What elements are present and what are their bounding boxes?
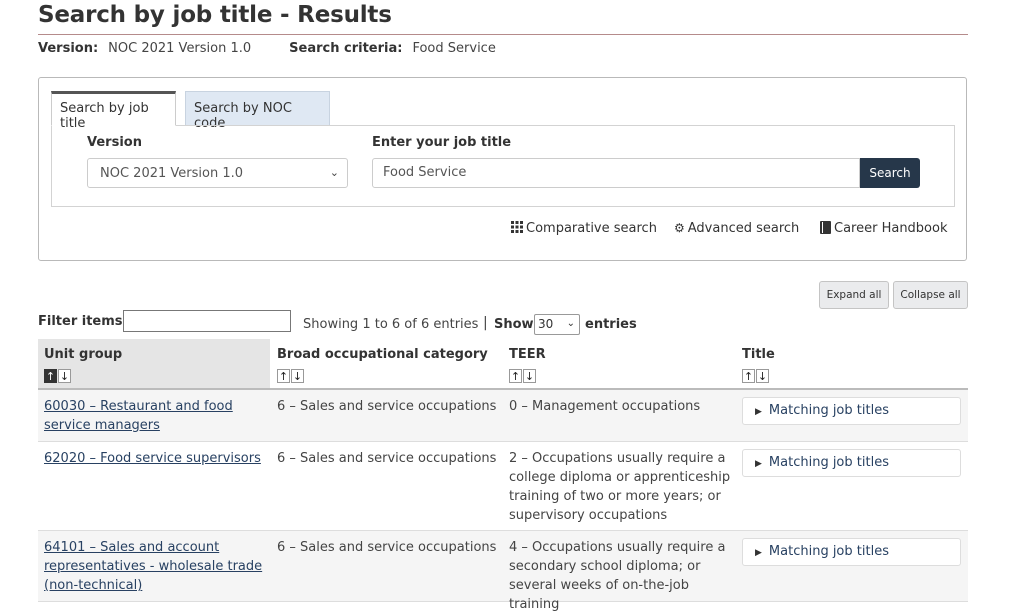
sort-controls: ↑ ↓ [277, 365, 305, 384]
category-cell: 6 – Sales and service occupations [277, 451, 497, 466]
comparative-search-link[interactable]: Comparative search [511, 221, 657, 236]
sort-controls: ↑ ↓ [742, 365, 770, 384]
search-meta: Version: NOC 2021 Version 1.0 Search crite… [38, 41, 496, 56]
teer-line: college diploma or apprenticeship [509, 470, 731, 485]
matching-job-titles-label: Matching job titles [768, 455, 889, 470]
version-select[interactable]: NOC 2021 Version 1.0 ⌄ [87, 158, 348, 188]
column-label: Title [742, 347, 775, 362]
unit-group-link-line: 62020 – Food service supervisors [44, 451, 261, 466]
entries-per-page-select[interactable]: 30 ⌄ [534, 314, 580, 335]
show-label: Show [494, 317, 534, 332]
filter-label: Filter items [38, 314, 123, 329]
sort-descending-icon[interactable]: ↓ [756, 369, 769, 383]
job-title-field-label: Enter your job title [372, 135, 512, 150]
advanced-search-label: Advanced search [687, 221, 800, 236]
expand-triangle-icon: ▶ [755, 459, 762, 469]
job-title-input[interactable]: Food Service [372, 158, 860, 188]
collapse-all-button[interactable]: Collapse all [893, 281, 968, 309]
entries-info: Showing 1 to 6 of 6 entries [303, 317, 479, 332]
sort-descending-icon[interactable]: ↓ [523, 369, 536, 383]
expand-triangle-icon: ▶ [755, 407, 762, 417]
sort-controls: ↑ ↓ [44, 365, 72, 384]
sort-descending-icon[interactable]: ↓ [58, 369, 71, 383]
chevron-down-icon: ⌄ [566, 318, 575, 329]
teer-cell: 4 – Occupations usually require a second… [509, 538, 739, 614]
matching-job-titles-button[interactable]: ▶ Matching job titles [742, 538, 961, 566]
sort-descending-icon[interactable]: ↓ [291, 369, 304, 383]
version-field-label: Version [87, 135, 142, 150]
tab-search-by-noc-code[interactable]: Search by NOC code [185, 91, 330, 131]
sort-ascending-icon[interactable]: ↑ [44, 369, 57, 383]
unit-group-cell: 60030 – Restaurant and food service manag… [44, 397, 264, 435]
unit-group-link-line: 64101 – Sales and account [44, 540, 220, 555]
unit-group-link[interactable]: 62020 – Food service supervisors [44, 451, 261, 466]
search-button[interactable]: Search [860, 158, 920, 188]
expand-all-button[interactable]: Expand all [819, 281, 889, 309]
unit-group-cell: 64101 – Sales and account representatives… [44, 538, 269, 595]
version-meta-value: NOC 2021 Version 1.0 [108, 41, 252, 56]
category-cell: 6 – Sales and service occupations [277, 399, 497, 414]
teer-line: several weeks of on-the-job training [509, 578, 689, 612]
matching-job-titles-button[interactable]: ▶ Matching job titles [742, 449, 961, 477]
sort-ascending-icon[interactable]: ↑ [509, 369, 522, 383]
column-header-title[interactable]: Title ↑ ↓ [736, 339, 966, 388]
gear-icon: ⚙ [674, 221, 685, 235]
unit-group-link-line: service managers [44, 418, 160, 433]
unit-group-cell: 62020 – Food service supervisors [44, 449, 269, 468]
search-panel: Search by job title Search by NOC code V… [38, 77, 967, 261]
teer-line: supervisory occupations [509, 508, 668, 523]
book-icon [820, 221, 831, 234]
column-label: Broad occupational category [277, 347, 488, 362]
teer-cell: 2 – Occupations usually require a colleg… [509, 449, 739, 525]
teer-line: secondary school diploma; or [509, 559, 701, 574]
sort-ascending-icon[interactable]: ↑ [277, 369, 290, 383]
page-title: Search by job title - Results [38, 2, 392, 28]
sort-controls: ↑ ↓ [509, 365, 537, 384]
column-label: TEER [509, 347, 546, 362]
comparative-search-label: Comparative search [526, 221, 657, 236]
expand-triangle-icon: ▶ [755, 548, 762, 558]
table-row: 62020 – Food service supervisors 6 – Sal… [38, 442, 968, 531]
career-handbook-label: Career Handbook [834, 221, 948, 236]
tab-panel: Version NOC 2021 Version 1.0 ⌄ Enter you… [51, 125, 955, 207]
tab-search-by-job-title[interactable]: Search by job title [51, 91, 176, 131]
grid-icon [511, 221, 523, 233]
advanced-search-link[interactable]: ⚙ Advanced search [674, 221, 799, 236]
unit-group-link[interactable]: 64101 – Sales and account representatives… [44, 540, 262, 593]
unit-group-link-line: (non-technical) [44, 578, 143, 593]
matching-job-titles-label: Matching job titles [768, 403, 889, 418]
criteria-meta-value: Food Service [412, 41, 496, 56]
category-cell: 6 – Sales and service occupations [277, 540, 497, 555]
table-row: 60030 – Restaurant and food service manag… [38, 390, 968, 442]
version-select-value: NOC 2021 Version 1.0 [100, 166, 243, 181]
unit-group-link-line: representatives - wholesale trade [44, 559, 263, 574]
table-header: Unit group ↑ ↓ Broad occupational categor… [38, 339, 968, 390]
column-label: Unit group [44, 347, 123, 362]
matching-job-titles-button[interactable]: ▶ Matching job titles [742, 397, 961, 425]
criteria-meta-label: Search criteria: [289, 41, 403, 56]
career-handbook-link[interactable]: Career Handbook [820, 221, 948, 236]
teer-cell: 0 – Management occupations [509, 397, 734, 416]
sort-ascending-icon[interactable]: ↑ [742, 369, 755, 383]
entries-per-page-value: 30 [538, 317, 554, 331]
unit-group-link[interactable]: 60030 – Restaurant and food service manag… [44, 399, 233, 433]
version-meta-label: Version: [38, 41, 99, 56]
teer-line: training of two or more years; or [509, 489, 721, 504]
column-header-teer[interactable]: TEER ↑ ↓ [503, 339, 733, 388]
teer-line: 2 – Occupations usually require a [509, 451, 726, 466]
matching-job-titles-label: Matching job titles [768, 544, 889, 559]
chevron-down-icon: ⌄ [329, 166, 339, 179]
separator: | [483, 315, 488, 331]
column-header-broad-category[interactable]: Broad occupational category ↑ ↓ [271, 339, 501, 388]
filter-input[interactable] [123, 310, 291, 332]
entries-label: entries [585, 317, 637, 332]
table-row: 64101 – Sales and account representatives… [38, 531, 968, 612]
title-divider [38, 34, 968, 35]
unit-group-link-line: 60030 – Restaurant and food [44, 399, 233, 414]
column-header-unit-group[interactable]: Unit group ↑ ↓ [38, 339, 270, 388]
teer-line: 0 – Management occupations [509, 399, 701, 414]
teer-line: 4 – Occupations usually require a [509, 540, 726, 555]
